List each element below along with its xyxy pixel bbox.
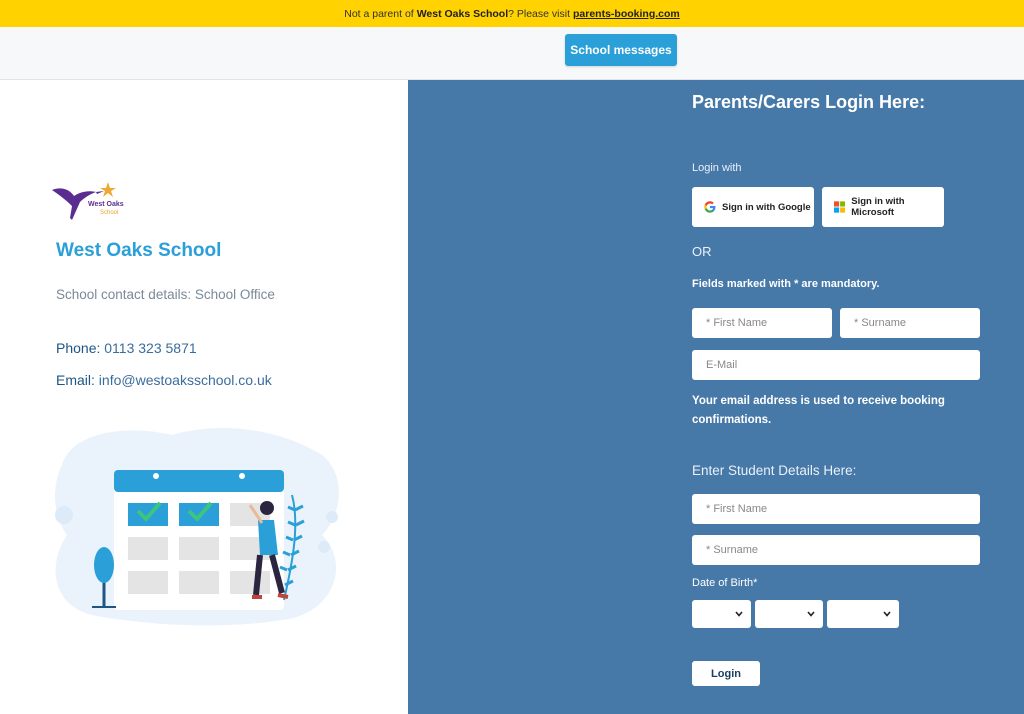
notice-school-name: West Oaks School bbox=[416, 7, 509, 20]
login-button[interactable]: Login bbox=[692, 661, 760, 686]
or-divider: OR bbox=[692, 244, 712, 259]
dob-label: Date of Birth* bbox=[692, 577, 758, 589]
student-surname-input[interactable]: * Surname bbox=[692, 535, 980, 565]
school-contact: School contact details: School Office bbox=[56, 287, 275, 302]
notice-prefix: Not a parent of bbox=[344, 7, 414, 20]
login-title: Parents/Carers Login Here: bbox=[692, 92, 926, 112]
logo-subtext: School bbox=[100, 210, 119, 216]
school-info-panel: West Oaks School West Oaks School School… bbox=[0, 80, 408, 714]
calendar-illustration bbox=[55, 427, 339, 626]
google-sign-in-button[interactable]: Sign in with Google bbox=[692, 187, 814, 227]
notice-middle: ? Please visit bbox=[508, 7, 570, 20]
student-details-title: Enter Student Details Here: bbox=[692, 463, 857, 478]
school-name: West Oaks School bbox=[56, 240, 222, 261]
email-value: info@westoaksschool.co.uk bbox=[98, 372, 272, 388]
dob-year-select[interactable] bbox=[827, 600, 899, 628]
microsoft-icon bbox=[834, 201, 846, 213]
school-email: Email: info@westoaksschool.co.uk bbox=[56, 372, 272, 388]
google-icon bbox=[704, 201, 716, 213]
parent-surname-input[interactable]: * Surname bbox=[840, 308, 980, 338]
phone-value: 0113 323 5871 bbox=[104, 340, 197, 356]
navbar: School messages bbox=[0, 27, 1024, 80]
chevron-down-icon bbox=[735, 611, 743, 617]
dob-day-select[interactable] bbox=[692, 600, 751, 628]
google-button-label: Sign in with Google bbox=[722, 201, 811, 213]
notice-bar: Not a parent of West Oaks School? Please… bbox=[0, 0, 1024, 27]
student-first-name-input[interactable]: * First Name bbox=[692, 494, 980, 524]
login-with-label: Login with bbox=[692, 162, 742, 174]
mandatory-note: Fields marked with * are mandatory. bbox=[692, 278, 880, 290]
email-input[interactable]: E-Mail bbox=[692, 350, 980, 380]
login-panel: Parents/Carers Login Here: Login with Si… bbox=[408, 80, 1024, 714]
microsoft-sign-in-button[interactable]: Sign in with Microsoft bbox=[822, 187, 944, 227]
chevron-down-icon bbox=[883, 611, 891, 617]
phone-label: Phone: bbox=[56, 340, 101, 356]
email-note: Your email address is used to receive bo… bbox=[692, 395, 945, 426]
school-messages-button[interactable]: School messages bbox=[565, 34, 677, 66]
email-label: Email: bbox=[56, 372, 95, 388]
microsoft-button-label: Sign in with Microsoft bbox=[851, 196, 905, 218]
school-phone: Phone: 0113 323 5871 bbox=[56, 340, 197, 356]
dob-month-select[interactable] bbox=[755, 600, 823, 628]
parent-first-name-input[interactable]: * First Name bbox=[692, 308, 832, 338]
parents-booking-link[interactable]: parents-booking.com bbox=[573, 8, 680, 20]
chevron-down-icon bbox=[807, 611, 815, 617]
logo-text: West Oaks bbox=[88, 201, 124, 208]
